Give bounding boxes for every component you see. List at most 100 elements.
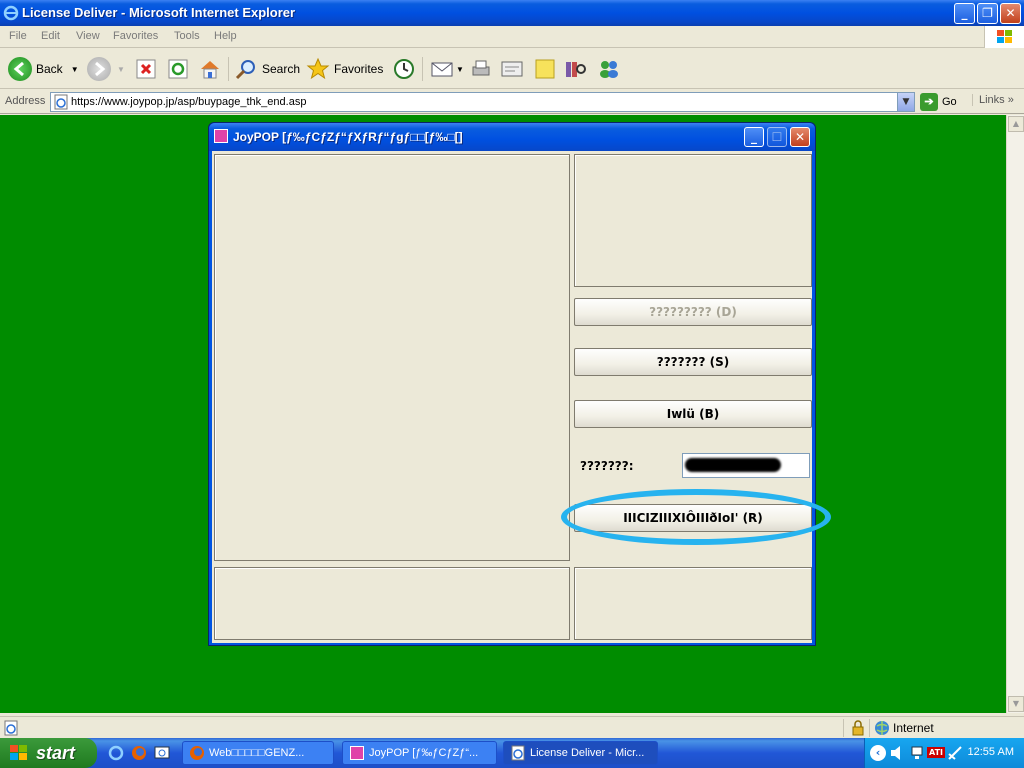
back-dropdown-icon[interactable]: ▼ [71, 65, 79, 74]
joypop-body: ????????? (D) ??????? (S) Iwlü (B) ?????… [212, 151, 812, 643]
bottom-left-panel [214, 567, 570, 640]
window-title: License Deliver - Microsoft Internet Exp… [22, 5, 296, 20]
minimize-button[interactable]: _ [954, 3, 975, 24]
toolbar-separator [228, 57, 229, 81]
ie-logo-icon [3, 5, 19, 21]
tray-network-icon[interactable] [909, 745, 925, 761]
scroll-up-icon[interactable]: ▲ [1008, 116, 1024, 132]
menu-edit[interactable]: Edit [41, 30, 60, 42]
internet-globe-icon [875, 721, 889, 735]
research-books-icon [566, 62, 586, 77]
history-button[interactable] [392, 55, 416, 83]
printer-icon [472, 60, 490, 76]
start-button[interactable]: start [0, 738, 97, 768]
ie-page-icon [511, 745, 525, 761]
ie-title-bar: License Deliver - Microsoft Internet Exp… [0, 0, 1024, 26]
windows-logo-icon [10, 745, 27, 760]
joypop-title: JoyPOP [ƒ‰ƒCƒZƒ“ƒXƒRƒ“ƒgƒ□□[ƒ‰□[] [233, 130, 463, 144]
tray-wireless-icon[interactable] [947, 745, 963, 761]
mail-dropdown-icon[interactable]: ▼ [456, 65, 464, 74]
s-button[interactable]: ??????? (S) [574, 348, 812, 376]
redacted-value [685, 458, 781, 472]
page-icon [54, 94, 68, 110]
stop-icon [136, 59, 156, 79]
joypop-close-button[interactable]: ✕ [790, 127, 810, 147]
firefox-quicklaunch-icon[interactable] [131, 745, 147, 761]
menu-view[interactable]: View [76, 30, 100, 42]
edit-page-icon [501, 61, 523, 77]
forward-dropdown-icon: ▼ [117, 64, 125, 74]
joypop-taskbar-icon [350, 746, 364, 760]
go-button[interactable]: ➔ Go [920, 92, 957, 112]
serial-field[interactable] [682, 453, 810, 478]
tray-volume-icon[interactable] [889, 745, 905, 761]
toolbar-separator [422, 57, 423, 81]
close-button[interactable]: ✕ [1000, 3, 1021, 24]
favorites-button[interactable]: Favorites [306, 55, 383, 83]
joypop-window: JoyPOP [ƒ‰ƒCƒZƒ“ƒXƒRƒ“ƒgƒ□□[ƒ‰□[] _ ☐ ✕ … [208, 122, 816, 646]
d-button: ????????? (D) [574, 298, 812, 326]
desktop-quicklaunch-icon[interactable] [154, 745, 170, 761]
vertical-scrollbar[interactable]: ▲ ▼ [1006, 115, 1024, 713]
address-url: https://www.joypop.jp/asp/buypage_thk_en… [71, 96, 307, 108]
main-display-panel [214, 154, 570, 561]
taskbar: start Web□□□□□GENZ... JoyPOP [ƒ‰ƒCƒZƒ“..… [0, 738, 1024, 768]
status-separator [869, 719, 870, 737]
info-panel [574, 154, 812, 287]
joypop-minimize-button[interactable]: _ [744, 127, 764, 147]
chevron-right-icon: » [1007, 94, 1014, 106]
forward-button[interactable]: ▼ [87, 55, 125, 83]
address-label: Address [5, 95, 46, 107]
tray-expand-icon[interactable]: ‹ [870, 745, 886, 761]
history-icon [394, 59, 414, 79]
b-button[interactable]: Iwlü (B) [574, 400, 812, 428]
menu-favorites[interactable]: Favorites [113, 30, 158, 42]
refresh-icon [168, 59, 188, 79]
back-button[interactable]: Back ▼ [8, 55, 79, 83]
ie-quicklaunch-icon[interactable] [108, 745, 124, 761]
forward-arrow-icon [87, 57, 111, 81]
joypop-maximize-button: ☐ [767, 127, 787, 147]
system-tray: ‹ ATI 12:55 AM [864, 738, 1024, 768]
status-bar: Internet [0, 716, 1024, 738]
messenger-button[interactable] [597, 55, 621, 83]
search-button[interactable]: Search [234, 55, 300, 83]
scroll-down-icon[interactable]: ▼ [1008, 696, 1024, 712]
restore-button[interactable]: ❐ [977, 3, 998, 24]
address-input[interactable]: https://www.joypop.jp/asp/buypage_thk_en… [50, 92, 915, 112]
messenger-icon [600, 61, 618, 78]
home-button[interactable] [198, 55, 222, 83]
firefox-icon [190, 746, 204, 760]
taskbar-task-joypop[interactable]: JoyPOP [ƒ‰ƒCƒZƒ“... [342, 741, 497, 765]
address-dropdown-icon[interactable]: ▼ [897, 93, 914, 111]
menu-tools[interactable]: Tools [174, 30, 200, 42]
links-button[interactable]: Links » [972, 94, 1014, 106]
menu-bar: File Edit View Favorites Tools Help [0, 26, 1024, 48]
search-icon [235, 60, 255, 80]
taskbar-task-ie[interactable]: License Deliver - Micr... [503, 741, 658, 765]
stop-button[interactable] [134, 55, 158, 83]
status-separator [843, 719, 844, 737]
page-status-icon [4, 720, 18, 736]
tray-ati-icon[interactable]: ATI [927, 747, 946, 758]
menu-file[interactable]: File [9, 30, 27, 42]
joypop-title-bar: JoyPOP [ƒ‰ƒCƒZƒ“ƒXƒRƒ“ƒgƒ□□[ƒ‰□[] _ ☐ ✕ [209, 123, 815, 151]
sticky-note-icon [535, 59, 555, 79]
windows-flag-icon [984, 26, 1024, 48]
refresh-button[interactable] [166, 55, 190, 83]
bottom-right-panel [574, 567, 812, 640]
taskbar-clock: 12:55 AM [967, 746, 1014, 758]
edit-button[interactable] [500, 55, 524, 83]
joypop-app-icon [214, 129, 228, 143]
highlight-annotation [561, 489, 831, 545]
home-icon [201, 61, 219, 79]
address-bar: Address https://www.joypop.jp/asp/buypag… [0, 90, 1024, 114]
print-button[interactable] [469, 55, 493, 83]
research-button[interactable] [563, 55, 587, 83]
taskbar-task-firefox[interactable]: Web□□□□□GENZ... [182, 741, 334, 765]
notes-button[interactable] [533, 55, 557, 83]
mail-button[interactable]: ▼ [430, 55, 464, 83]
favorites-star-icon [306, 57, 330, 80]
menu-help[interactable]: Help [214, 30, 237, 42]
lock-icon [852, 720, 864, 736]
